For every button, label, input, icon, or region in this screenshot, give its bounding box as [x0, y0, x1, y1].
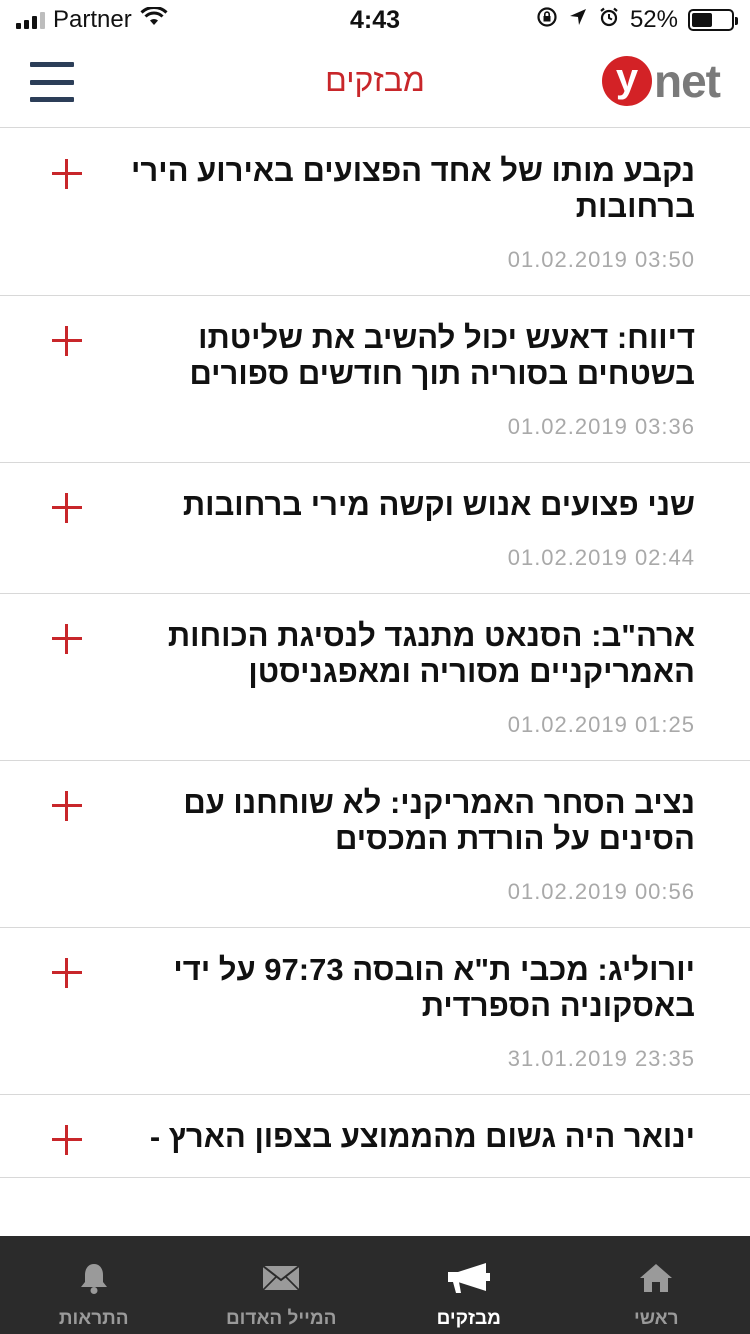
- battery-level: [692, 13, 712, 27]
- news-item[interactable]: ינואר היה גשום מהממוצע בצפון הארץ -: [0, 1095, 750, 1178]
- status-bar: Partner 4:43 52%: [0, 0, 750, 40]
- tab-flashes-label: מבזקים: [436, 1308, 501, 1329]
- news-headline: דיווח: דאעש יכול להשיב את שליטתו בשטחים …: [189, 320, 695, 391]
- bell-icon: [79, 1256, 109, 1300]
- ynet-logo[interactable]: y net: [602, 54, 721, 108]
- logo-net: net: [654, 55, 721, 107]
- status-left: Partner: [16, 5, 168, 34]
- carrier-label: Partner: [53, 6, 132, 33]
- status-right: 52%: [536, 6, 738, 35]
- app-header: מבזקים y net: [0, 40, 750, 128]
- hamburger-menu-icon[interactable]: [30, 62, 74, 102]
- expand-plus-icon[interactable]: [50, 1123, 84, 1157]
- news-headline: יורוליג: מכבי ת"א הובסה 97:73 על ידי באס…: [173, 952, 695, 1023]
- expand-plus-icon[interactable]: [50, 956, 84, 990]
- tab-red-mail[interactable]: המייל האדום: [188, 1236, 376, 1334]
- news-item[interactable]: דיווח: דאעש יכול להשיב את שליטתו בשטחים …: [0, 296, 750, 463]
- logo-y: y: [602, 56, 652, 106]
- home-icon: [638, 1256, 674, 1300]
- news-item[interactable]: נציב הסחר האמריקני: לא שוחחנו עם הסינים …: [0, 761, 750, 928]
- expand-plus-icon[interactable]: [50, 789, 84, 823]
- location-icon: [568, 6, 588, 34]
- expand-plus-icon[interactable]: [50, 622, 84, 656]
- tab-alerts-label: התראות: [58, 1308, 129, 1329]
- expand-plus-icon[interactable]: [50, 491, 84, 525]
- news-timestamp: 01.02.2019 03:50: [507, 247, 695, 272]
- news-headline: נציב הסחר האמריקני: לא שוחחנו עם הסינים …: [183, 785, 695, 856]
- news-headline: שני פצועים אנוש וקשה מירי ברחובות: [182, 487, 695, 522]
- alarm-icon: [598, 6, 620, 35]
- tab-red-mail-label: המייל האדום: [225, 1308, 337, 1329]
- tab-home-label: ראשי: [633, 1308, 679, 1329]
- battery-icon: [688, 9, 738, 31]
- battery-percent: 52%: [629, 6, 678, 33]
- wifi-icon: [140, 5, 168, 34]
- news-timestamp: 31.01.2019 23:35: [507, 1046, 695, 1071]
- signal-icon: [16, 11, 45, 29]
- news-timestamp: 01.02.2019 02:44: [507, 545, 695, 570]
- rotation-lock-icon: [536, 6, 558, 35]
- expand-plus-icon[interactable]: [50, 324, 84, 358]
- news-item[interactable]: שני פצועים אנוש וקשה מירי ברחובות 01.02.…: [0, 463, 750, 594]
- megaphone-icon: [446, 1256, 492, 1300]
- tab-alerts[interactable]: התראות: [0, 1236, 188, 1334]
- tab-home[interactable]: ראשי: [563, 1236, 750, 1334]
- news-item[interactable]: יורוליג: מכבי ת"א הובסה 97:73 על ידי באס…: [0, 928, 750, 1095]
- news-item[interactable]: נקבע מותו של אחד הפצועים באירוע הירי ברח…: [0, 129, 750, 296]
- news-headline: ארה"ב: הסנאט מתנגד לנסיגת הכוחות האמריקנ…: [167, 618, 695, 689]
- expand-plus-icon[interactable]: [50, 157, 84, 191]
- news-headline: ינואר היה גשום מהממוצע בצפון הארץ -: [149, 1119, 695, 1154]
- news-timestamp: 01.02.2019 03:36: [507, 414, 695, 439]
- news-list[interactable]: נקבע מותו של אחד הפצועים באירוע הירי ברח…: [0, 129, 750, 1236]
- news-timestamp: 01.02.2019 00:56: [507, 879, 695, 904]
- bottom-tab-bar: התראות המייל האדום מבזקים ראשי: [0, 1236, 750, 1334]
- envelope-icon: [262, 1256, 300, 1300]
- tab-flashes[interactable]: מבזקים: [375, 1236, 563, 1334]
- news-timestamp: 01.02.2019 01:25: [507, 712, 695, 737]
- news-item[interactable]: ארה"ב: הסנאט מתנגד לנסיגת הכוחות האמריקנ…: [0, 594, 750, 761]
- news-headline: נקבע מותו של אחד הפצועים באירוע הירי ברח…: [131, 153, 695, 224]
